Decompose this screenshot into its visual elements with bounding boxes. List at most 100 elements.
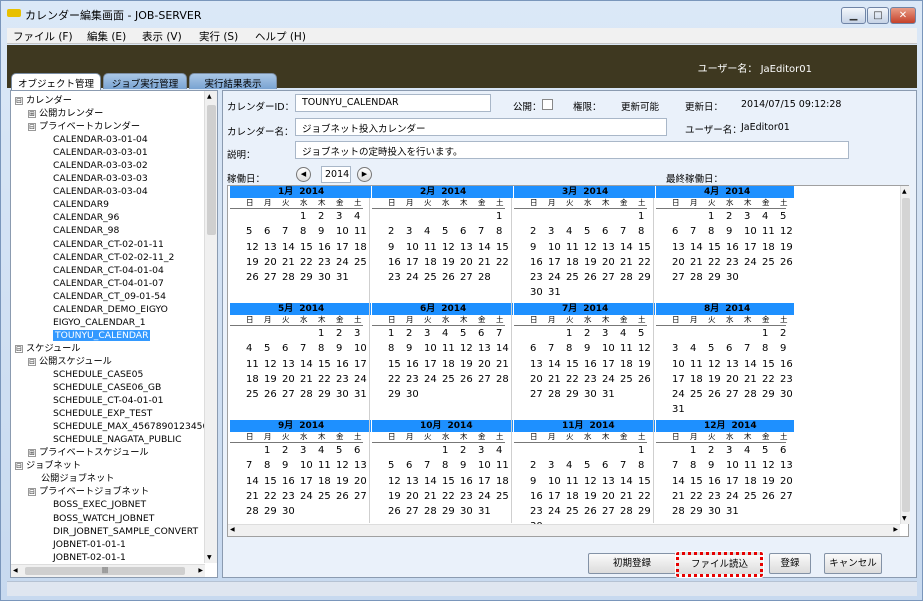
tree-node[interactable]: ⊞ 公開カレンダー bbox=[15, 107, 205, 120]
day-cell[interactable]: 25 bbox=[566, 270, 584, 285]
day-cell[interactable]: 19 bbox=[460, 357, 478, 372]
day-cell[interactable]: 20 bbox=[460, 255, 478, 270]
day-cell[interactable]: 9 bbox=[780, 341, 798, 356]
day-cell[interactable]: 19 bbox=[336, 474, 354, 489]
day-cell[interactable]: 7 bbox=[246, 458, 264, 473]
day-cell[interactable]: 21 bbox=[300, 372, 318, 387]
day-cell[interactable]: 16 bbox=[336, 357, 354, 372]
tree-node[interactable]: CALENDAR-03-03-02 bbox=[15, 159, 205, 172]
day-cell[interactable]: 21 bbox=[690, 255, 708, 270]
day-cell[interactable]: 4 bbox=[690, 341, 708, 356]
day-cell[interactable]: 16 bbox=[530, 255, 548, 270]
day-cell[interactable]: 16 bbox=[726, 240, 744, 255]
day-cell[interactable]: 8 bbox=[762, 341, 780, 356]
day-cell[interactable]: 27 bbox=[780, 489, 798, 504]
day-cell[interactable]: 3 bbox=[548, 224, 566, 239]
day-cell[interactable]: 16 bbox=[460, 474, 478, 489]
calendar-horizontal-scrollbar[interactable]: ◀ ▶ bbox=[228, 524, 900, 536]
day-cell[interactable]: 24 bbox=[548, 270, 566, 285]
day-cell[interactable]: 8 bbox=[442, 458, 460, 473]
day-cell[interactable]: 1 bbox=[264, 443, 282, 458]
tree-node[interactable]: DIR_JOBNET_SAMPLE_CONVERT bbox=[15, 525, 205, 538]
day-cell[interactable]: 12 bbox=[336, 458, 354, 473]
day-cell[interactable]: 13 bbox=[672, 240, 690, 255]
tree-node[interactable]: ⊟ スケジュール bbox=[15, 342, 205, 355]
day-cell[interactable]: 3 bbox=[744, 209, 762, 224]
day-cell[interactable]: 26 bbox=[460, 372, 478, 387]
register-button[interactable]: 登録 bbox=[769, 553, 811, 574]
day-cell[interactable]: 2 bbox=[530, 458, 548, 473]
day-cell[interactable]: 10 bbox=[548, 474, 566, 489]
day-cell[interactable]: 5 bbox=[762, 443, 780, 458]
day-cell[interactable]: 18 bbox=[566, 255, 584, 270]
day-cell[interactable]: 25 bbox=[318, 489, 336, 504]
cancel-button[interactable]: キャンセル bbox=[824, 553, 882, 574]
tree-node[interactable]: JOBNET-02-01-1 bbox=[15, 551, 205, 564]
day-cell[interactable]: 10 bbox=[478, 458, 496, 473]
collapse-icon[interactable]: ⊟ bbox=[28, 357, 36, 366]
day-cell[interactable]: 9 bbox=[406, 341, 424, 356]
day-cell[interactable]: 23 bbox=[318, 255, 336, 270]
day-cell[interactable]: 2 bbox=[282, 443, 300, 458]
day-cell[interactable]: 20 bbox=[530, 372, 548, 387]
day-cell[interactable]: 4 bbox=[744, 443, 762, 458]
day-cell[interactable]: 18 bbox=[424, 255, 442, 270]
day-cell[interactable]: 15 bbox=[388, 357, 406, 372]
day-cell[interactable]: 14 bbox=[246, 474, 264, 489]
day-cell[interactable]: 17 bbox=[602, 357, 620, 372]
day-cell[interactable]: 30 bbox=[336, 387, 354, 402]
day-cell[interactable]: 12 bbox=[246, 240, 264, 255]
day-cell[interactable]: 28 bbox=[424, 504, 442, 519]
day-cell[interactable]: 2 bbox=[708, 443, 726, 458]
day-cell[interactable]: 25 bbox=[620, 372, 638, 387]
calendar-id-field[interactable]: TOUNYU_CALENDAR bbox=[295, 94, 491, 112]
day-cell[interactable]: 20 bbox=[780, 474, 798, 489]
day-cell[interactable]: 27 bbox=[460, 270, 478, 285]
day-cell[interactable]: 1 bbox=[442, 443, 460, 458]
day-cell[interactable]: 25 bbox=[442, 372, 460, 387]
tree-node[interactable]: SCHEDULE_CASE05 bbox=[15, 368, 205, 381]
day-cell[interactable]: 7 bbox=[620, 458, 638, 473]
day-cell[interactable]: 26 bbox=[584, 504, 602, 519]
day-cell[interactable]: 27 bbox=[530, 387, 548, 402]
tree-node[interactable]: CALENDAR_DEMO_EIGYO bbox=[15, 303, 205, 316]
cal-scroll-down-icon[interactable]: ▼ bbox=[902, 515, 907, 522]
day-cell[interactable]: 28 bbox=[620, 270, 638, 285]
day-cell[interactable]: 17 bbox=[336, 240, 354, 255]
day-cell[interactable]: 15 bbox=[566, 357, 584, 372]
day-cell[interactable]: 28 bbox=[672, 504, 690, 519]
day-cell[interactable]: 18 bbox=[246, 372, 264, 387]
day-cell[interactable]: 30 bbox=[318, 270, 336, 285]
day-cell[interactable]: 6 bbox=[530, 341, 548, 356]
expand-icon[interactable]: ⊞ bbox=[28, 449, 36, 458]
scroll-left-icon[interactable]: ◀ bbox=[13, 567, 18, 574]
day-cell[interactable]: 1 bbox=[388, 326, 406, 341]
tree-node[interactable]: CALENDAR_CT-02-02-11_2 bbox=[15, 251, 205, 264]
day-cell[interactable]: 5 bbox=[584, 224, 602, 239]
day-cell[interactable]: 6 bbox=[780, 443, 798, 458]
tree-node[interactable]: CALENDAR_CT-04-01-04 bbox=[15, 264, 205, 277]
day-cell[interactable]: 21 bbox=[282, 255, 300, 270]
day-cell[interactable]: 18 bbox=[566, 489, 584, 504]
day-cell[interactable]: 23 bbox=[282, 489, 300, 504]
collapse-icon[interactable]: ⊟ bbox=[28, 488, 36, 497]
day-cell[interactable]: 30 bbox=[282, 504, 300, 519]
day-cell[interactable]: 5 bbox=[246, 224, 264, 239]
year-field[interactable]: 2014 bbox=[321, 166, 351, 183]
collapse-icon[interactable]: ⊟ bbox=[15, 462, 23, 471]
day-cell[interactable]: 23 bbox=[584, 372, 602, 387]
day-cell[interactable]: 24 bbox=[406, 270, 424, 285]
day-cell[interactable]: 29 bbox=[442, 504, 460, 519]
day-cell[interactable]: 8 bbox=[264, 458, 282, 473]
day-cell[interactable]: 11 bbox=[246, 357, 264, 372]
public-checkbox[interactable] bbox=[542, 99, 553, 110]
day-cell[interactable]: 16 bbox=[530, 489, 548, 504]
day-cell[interactable]: 7 bbox=[672, 458, 690, 473]
collapse-icon[interactable]: ⊟ bbox=[28, 123, 36, 132]
day-cell[interactable]: 8 bbox=[318, 341, 336, 356]
day-cell[interactable]: 12 bbox=[264, 357, 282, 372]
day-cell[interactable]: 30 bbox=[460, 504, 478, 519]
day-cell[interactable]: 23 bbox=[530, 270, 548, 285]
day-cell[interactable]: 8 bbox=[388, 341, 406, 356]
day-cell[interactable]: 30 bbox=[726, 270, 744, 285]
